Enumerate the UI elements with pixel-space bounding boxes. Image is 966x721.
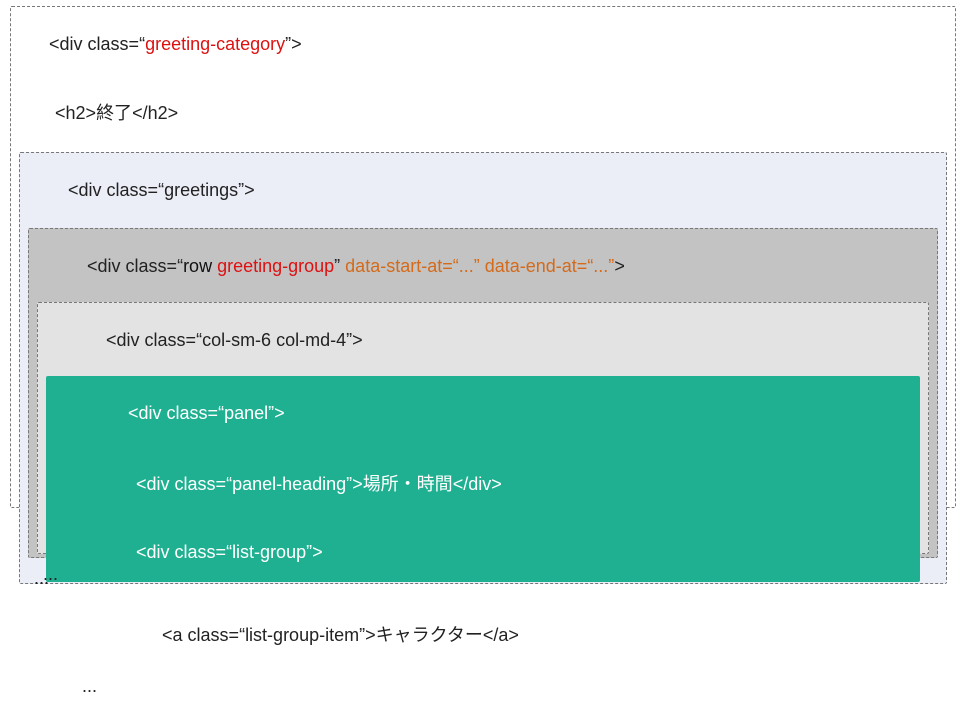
class-greeting-group: greeting-group [217,256,334,276]
class-row: row [183,256,217,276]
tag-text: <div class= [136,474,226,494]
greeting-category-box: <div class=“greeting-category”> <h2>終了</… [10,6,956,508]
tag-text: <div class= [68,180,158,200]
tag-text: > [291,34,302,54]
col-open-tag: <div class=“col-sm-6 col-md-4”> [46,309,920,372]
div-close: </div> [453,474,502,494]
greeting-group-box: <div class=“row greeting-group” data-sta… [28,228,938,558]
panel-box: <div class=“panel”> <div class=“panel-he… [46,376,920,582]
class-list-group-item: list-group-item [245,625,359,645]
ellipsis: ... [82,674,898,699]
tag-text: <div class= [136,542,226,562]
greeting-group-open-tag: <div class=“row greeting-group” data-sta… [37,235,929,298]
tag-text: > [312,542,323,562]
tag-text: <div class= [49,34,139,54]
ellipsis: ... [34,568,938,589]
tag-text: > [365,625,376,645]
h2-line: <h2>終了</h2> [25,78,947,146]
class-greeting-category: greeting-category [145,34,285,54]
greetings-open-tag: <div class=“greetings”> [28,159,938,222]
tag-text: > [244,180,255,200]
col-box: <div class=“col-sm-6 col-md-4”> <div cla… [37,302,929,554]
class-panel: panel [224,403,268,423]
tag-text: > [352,330,363,350]
greeting-category-open-tag: <div class=“greeting-category”> [19,13,947,76]
tag-text: > [352,474,363,494]
list-group-item-line: <a class=“list-group-item”>キャラクター</a> [82,598,898,674]
tag-text: <div class= [128,403,218,423]
attr-start-name: data-start-at= [340,256,453,276]
item-text: キャラクター [376,625,483,645]
attr-end-name: data-end-at= [480,256,588,276]
class-col: col-sm-6 col-md-4 [202,330,346,350]
tag-text: > [274,403,285,423]
h2-open: <h2> [55,103,96,123]
panel-heading-text: 場所・時間 [363,474,453,494]
panel-heading-line: <div class=“panel-heading”>場所・時間</div> [66,449,908,517]
a-close: </a> [483,625,519,645]
tag-text: <div class= [106,330,196,350]
class-panel-heading: panel-heading [232,474,346,494]
tag-text: > [614,256,625,276]
attr-start-val: “...” [453,256,480,276]
greetings-box: <div class=“greetings”> <div class=“row … [19,152,947,584]
list-group-item-box: <a class=“list-group-item”>キャラクター</a> ..… [72,592,908,721]
attr-end-val: “...” [587,256,614,276]
tag-text: <div class= [87,256,177,276]
panel-open-tag: <div class=“panel”> [58,382,908,445]
class-greetings: greetings [164,180,238,200]
class-list-group: list-group [232,542,306,562]
a-open: <a class= [162,625,239,645]
h2-close: </h2> [132,103,178,123]
h2-text: 終了 [96,103,132,123]
